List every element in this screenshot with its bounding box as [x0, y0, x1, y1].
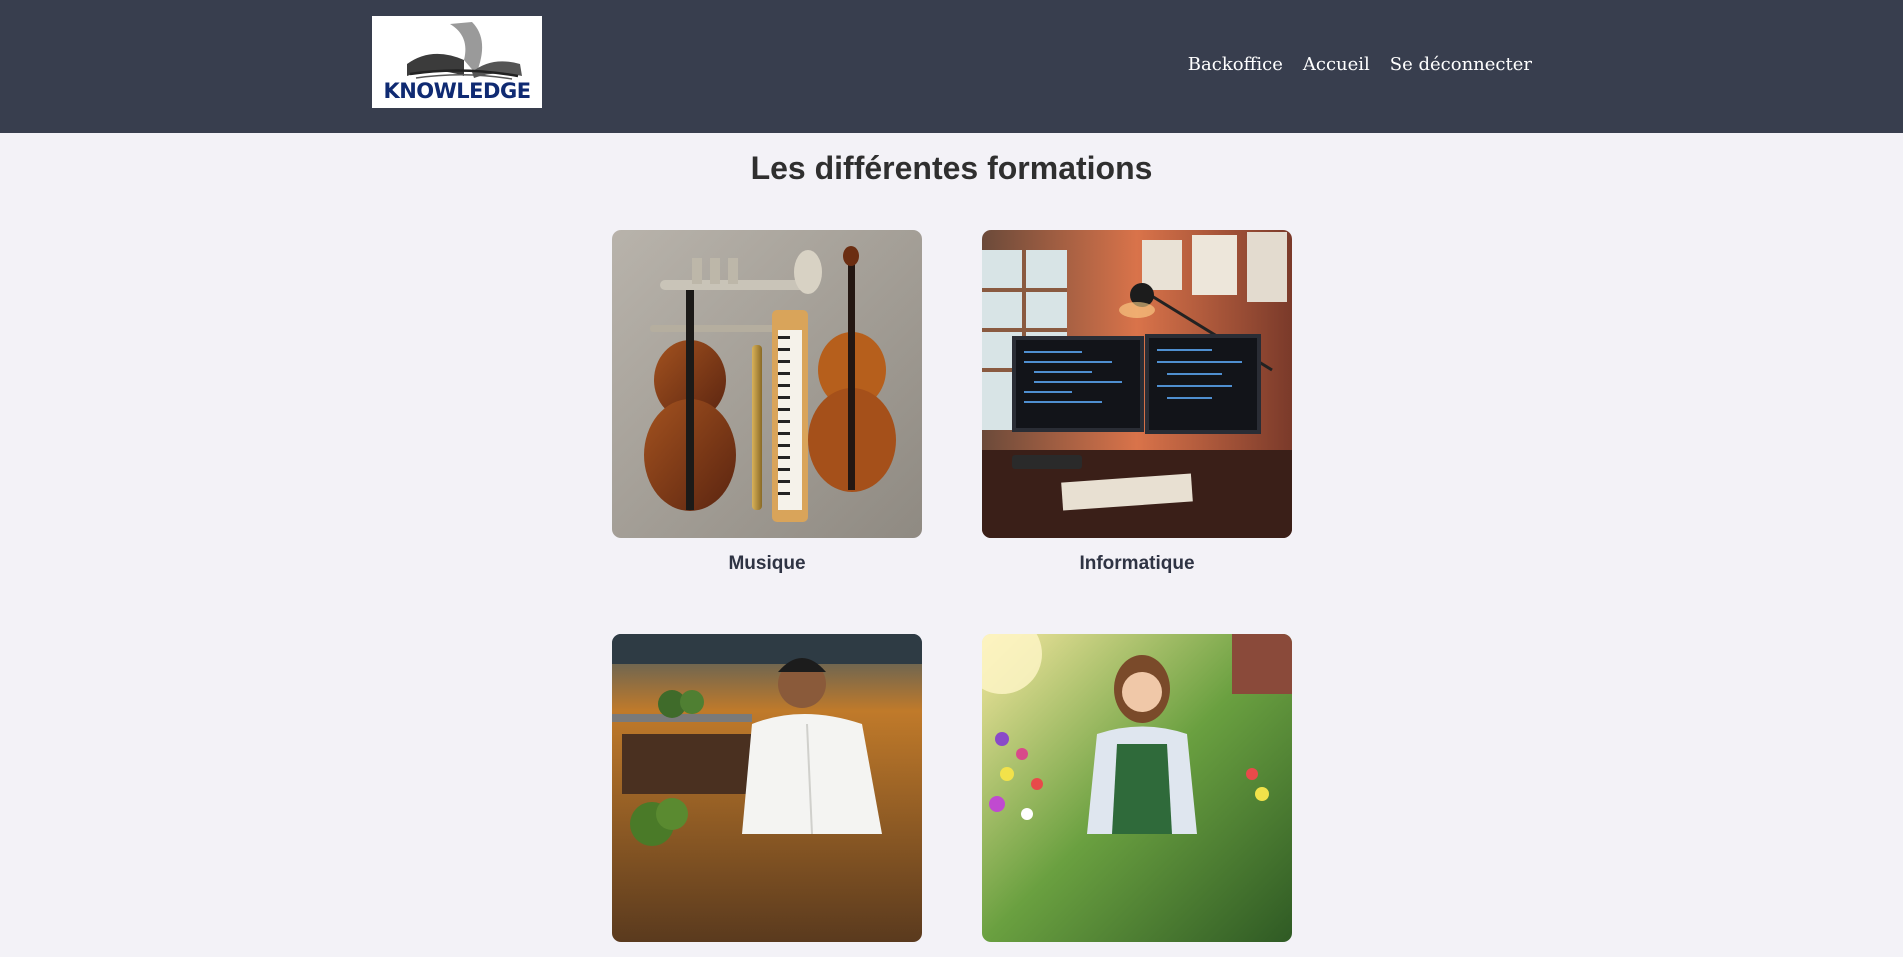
formation-card-gardener[interactable] — [982, 634, 1292, 957]
nav-accueil[interactable]: Accueil — [1303, 54, 1370, 75]
nav-se-deconnecter[interactable]: Se déconnecter — [1390, 54, 1532, 75]
formation-card-informatique[interactable]: Informatique — [982, 230, 1292, 575]
page-title: Les différentes formations — [750, 150, 1153, 186]
logo-text: KNOWLEDGE — [383, 79, 531, 103]
formation-label-musique[interactable]: Musique — [612, 553, 922, 575]
computer-workspace-image[interactable] — [982, 230, 1292, 538]
gardener-image[interactable] — [982, 634, 1292, 942]
navbar: KNOWLEDGE Backoffice Accueil Se déconnec… — [0, 0, 1903, 133]
nav-backoffice[interactable]: Backoffice — [1188, 54, 1283, 75]
knowledge-logo[interactable]: KNOWLEDGE — [372, 16, 542, 108]
chef-cooking-image[interactable] — [612, 634, 922, 942]
formation-label-informatique[interactable]: Informatique — [982, 553, 1292, 575]
formation-card-chef[interactable] — [612, 634, 922, 957]
nav-links: Backoffice Accueil Se déconnecter — [1188, 54, 1532, 75]
formation-card-musique[interactable]: Musique — [612, 230, 922, 575]
music-instruments-image[interactable] — [612, 230, 922, 538]
